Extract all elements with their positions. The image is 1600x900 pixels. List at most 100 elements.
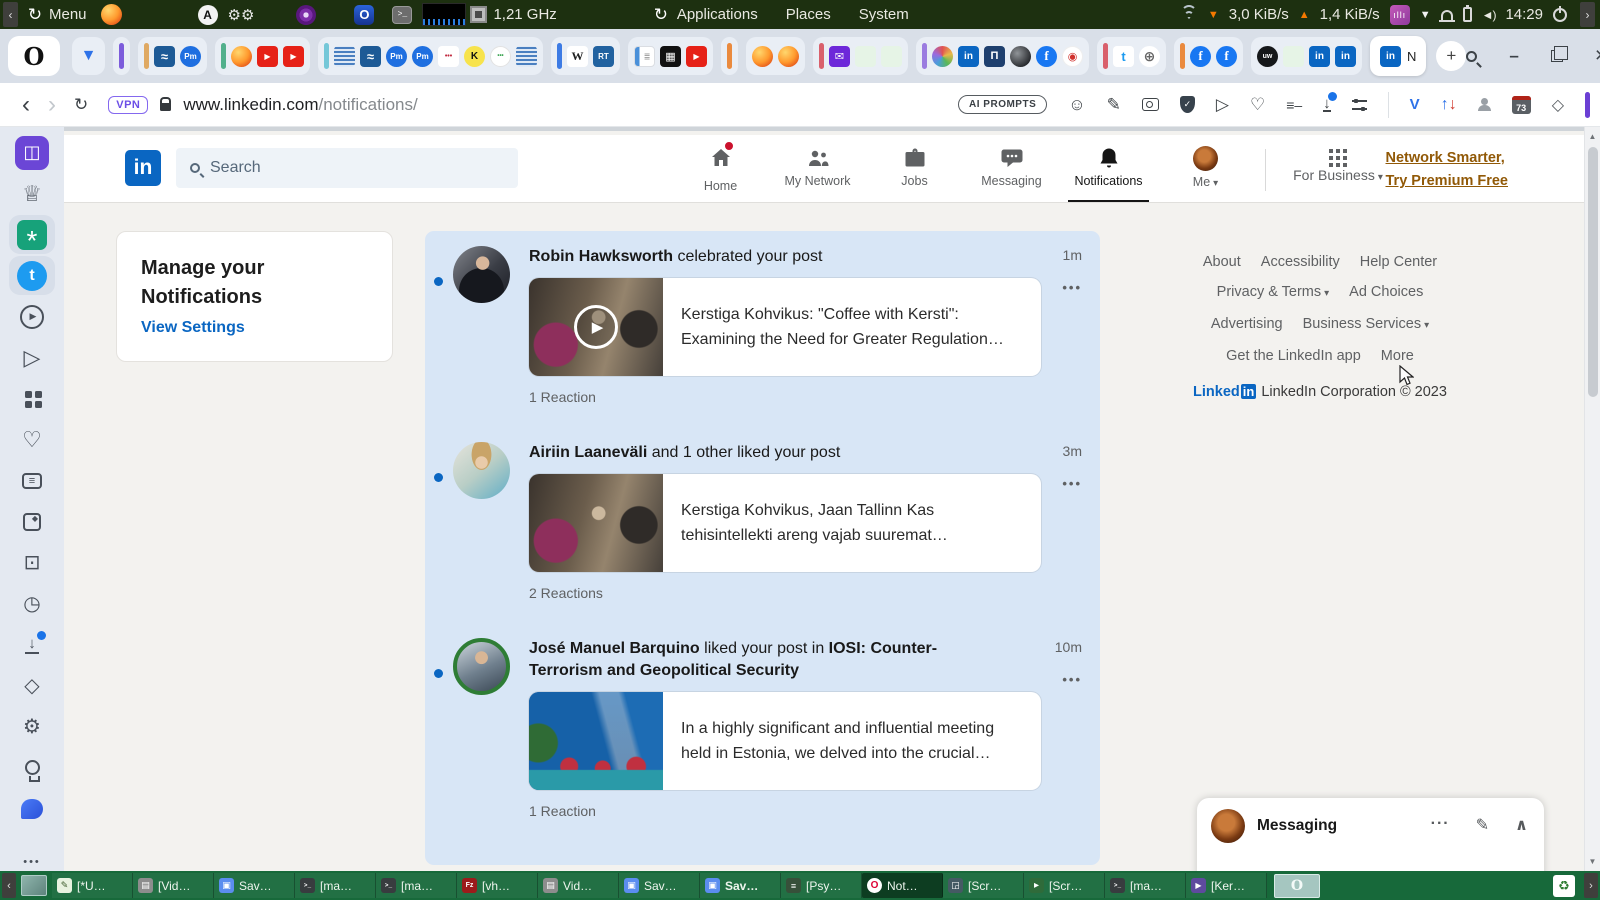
taskbar-window-psy[interactable]: [Psy… [781, 873, 862, 898]
footer-link[interactable]: Accessibility [1261, 254, 1340, 270]
notification-overflow-menu[interactable]: ••• [1062, 476, 1082, 491]
messaging-panel[interactable]: Messaging ··· ✎ ∧ [1197, 798, 1544, 871]
post-video-thumbnail[interactable] [529, 278, 663, 376]
nav-my-network[interactable]: My Network [769, 135, 866, 202]
reading-list-icon[interactable]: ≡– [1286, 97, 1302, 113]
new-tab-button[interactable]: + [1436, 41, 1467, 71]
downloads-icon[interactable]: ↓ [1323, 92, 1337, 112]
premium-upsell-link[interactable]: Network Smarter, Try Premium Free [1386, 147, 1509, 193]
nav-me[interactable]: Me ▾ [1157, 135, 1254, 202]
taskbar-collapse-left-icon[interactable]: ‹ [2, 873, 16, 898]
sidebar-item-book[interactable] [9, 133, 55, 172]
taskbar-window-scr[interactable]: [Scr… [943, 873, 1024, 898]
waves-app-favicon[interactable] [154, 45, 175, 67]
taskbar-window-sav[interactable]: Sav… [700, 873, 781, 898]
tab-group-bar[interactable] [922, 43, 927, 69]
tab-group[interactable] [1251, 37, 1362, 75]
post-preview-card[interactable]: Kerstiga Kohvikus: "Coffee with Kersti":… [529, 278, 1041, 376]
reload-button[interactable]: ↻ [74, 95, 88, 115]
scrollbar-down-arrow[interactable]: ▼ [1585, 857, 1600, 866]
ai-prompts-button[interactable]: AI PROMPTS [958, 95, 1048, 114]
linkedin-favicon[interactable] [1335, 45, 1356, 67]
footer-link[interactable]: Help Center [1360, 254, 1437, 270]
extension-traffic-icon[interactable]: ↑↓ [1441, 96, 1457, 114]
window-maximize-button[interactable] [1550, 46, 1568, 62]
trash-icon[interactable]: ♻ [1553, 874, 1575, 897]
messaging-overflow-icon[interactable]: ··· [1431, 815, 1450, 835]
sidebar-item-crown[interactable] [9, 174, 55, 213]
tab-group[interactable] [916, 37, 1089, 75]
taskbar-window-vid[interactable]: Vid… [538, 873, 619, 898]
tab-group[interactable] [318, 37, 543, 75]
archive-dark-favicon[interactable] [660, 45, 681, 67]
taskbar-window-sav[interactable]: Sav… [619, 873, 700, 898]
browser-scrollbar[interactable]: ▲ ▼ [1584, 127, 1600, 871]
battery-icon[interactable] [1462, 5, 1472, 22]
notification-overflow-menu[interactable]: ••• [1062, 280, 1082, 295]
tab-group[interactable] [721, 37, 738, 75]
sidebar-item-settings[interactable] [9, 707, 55, 746]
pale-favicon[interactable] [855, 45, 876, 67]
system-menu[interactable]: System [859, 6, 909, 24]
notification-row[interactable]: Airiin Laaneväli and 1 other liked your … [425, 427, 1100, 623]
tab-group[interactable] [113, 37, 130, 75]
volume-icon[interactable]: ◄) [1482, 8, 1497, 22]
extension-vpn-icon[interactable]: V [1410, 96, 1420, 113]
pale-favicon[interactable] [881, 45, 902, 67]
sidebar-item-heart[interactable] [9, 420, 55, 459]
taskbar-window-ma[interactable]: [ma… [1105, 873, 1186, 898]
footer-link[interactable]: Ad Choices [1349, 284, 1423, 300]
search-input[interactable] [210, 159, 490, 177]
for-business-menu[interactable]: For Business ▾ [1282, 135, 1394, 202]
waves-pattern-favicon[interactable] [516, 45, 537, 67]
facebook-favicon[interactable] [1216, 45, 1237, 67]
radio-red-favicon[interactable] [1062, 45, 1083, 67]
notification-row[interactable]: José Manuel Barquino liked your post in … [425, 623, 1100, 835]
firefox-favicon[interactable] [752, 45, 773, 67]
window-close-button[interactable]: × [1595, 44, 1600, 68]
sidebar-item-downloads[interactable] [9, 625, 55, 664]
protonmail-favicon[interactable] [412, 45, 433, 67]
twitter-favicon[interactable] [1113, 45, 1134, 67]
sidebar-item-messenger[interactable] [9, 789, 55, 828]
notifications-tray-icon[interactable] [1438, 9, 1455, 22]
back-button[interactable]: ‹ [22, 92, 30, 116]
tab-search-icon[interactable] [1466, 50, 1478, 62]
pale-favicon[interactable] [1283, 45, 1304, 67]
notification-overflow-menu[interactable]: ••• [1055, 672, 1082, 687]
workspace-switcher[interactable]: O [1274, 873, 1320, 898]
tab-group-bar[interactable] [819, 43, 824, 69]
url-field[interactable]: www.linkedin.com/notifications/ [183, 95, 417, 115]
reaction-count[interactable]: 1 Reaction [529, 803, 1041, 819]
tab-group-bar[interactable] [557, 43, 562, 69]
opera-launcher-icon[interactable]: O [354, 4, 375, 25]
tab-group[interactable] [215, 37, 310, 75]
sidebar-item-tips[interactable] [9, 748, 55, 787]
panel-collapse-right-icon[interactable]: › [1580, 2, 1595, 27]
footer-link[interactable]: Get the LinkedIn app [1226, 348, 1361, 364]
tab-group[interactable] [746, 37, 805, 75]
firefox-favicon[interactable] [231, 45, 252, 67]
tray-dropdown-icon[interactable]: ▼ [1420, 9, 1431, 21]
taskbar-window-ker[interactable]: [Ker… [1186, 873, 1267, 898]
post-preview-card[interactable]: In a highly significant and influential … [529, 692, 1041, 790]
tab-group-bar[interactable] [1180, 43, 1185, 69]
lock-icon[interactable] [160, 96, 172, 111]
wikipedia-favicon[interactable] [567, 45, 588, 67]
media-player-tray-icon[interactable]: ıllı [1389, 4, 1410, 25]
scrollbar-up-arrow[interactable]: ▲ [1585, 132, 1600, 141]
taskbar-window-ma[interactable]: [ma… [376, 873, 457, 898]
footer-link[interactable]: About [1203, 254, 1241, 270]
reaction-face-icon[interactable]: ☺ [1068, 95, 1085, 115]
tab-group[interactable] [72, 37, 105, 75]
footer-link[interactable]: More [1381, 348, 1414, 364]
tab-group-bar[interactable] [221, 43, 226, 69]
uw-dark-favicon[interactable] [1257, 45, 1278, 67]
bookmark-edit-icon[interactable]: ✎ [1107, 95, 1121, 115]
taskbar-window-sav[interactable]: Sav… [214, 873, 295, 898]
gears-icon[interactable]: ⚙⚙ [228, 6, 255, 24]
send-to-device-icon[interactable]: ▷ [1216, 95, 1229, 115]
tab-group[interactable] [1174, 37, 1243, 75]
extension-box-icon[interactable]: ◇ [1552, 95, 1564, 115]
taskbar-window-scr[interactable]: [Scr… [1024, 873, 1105, 898]
